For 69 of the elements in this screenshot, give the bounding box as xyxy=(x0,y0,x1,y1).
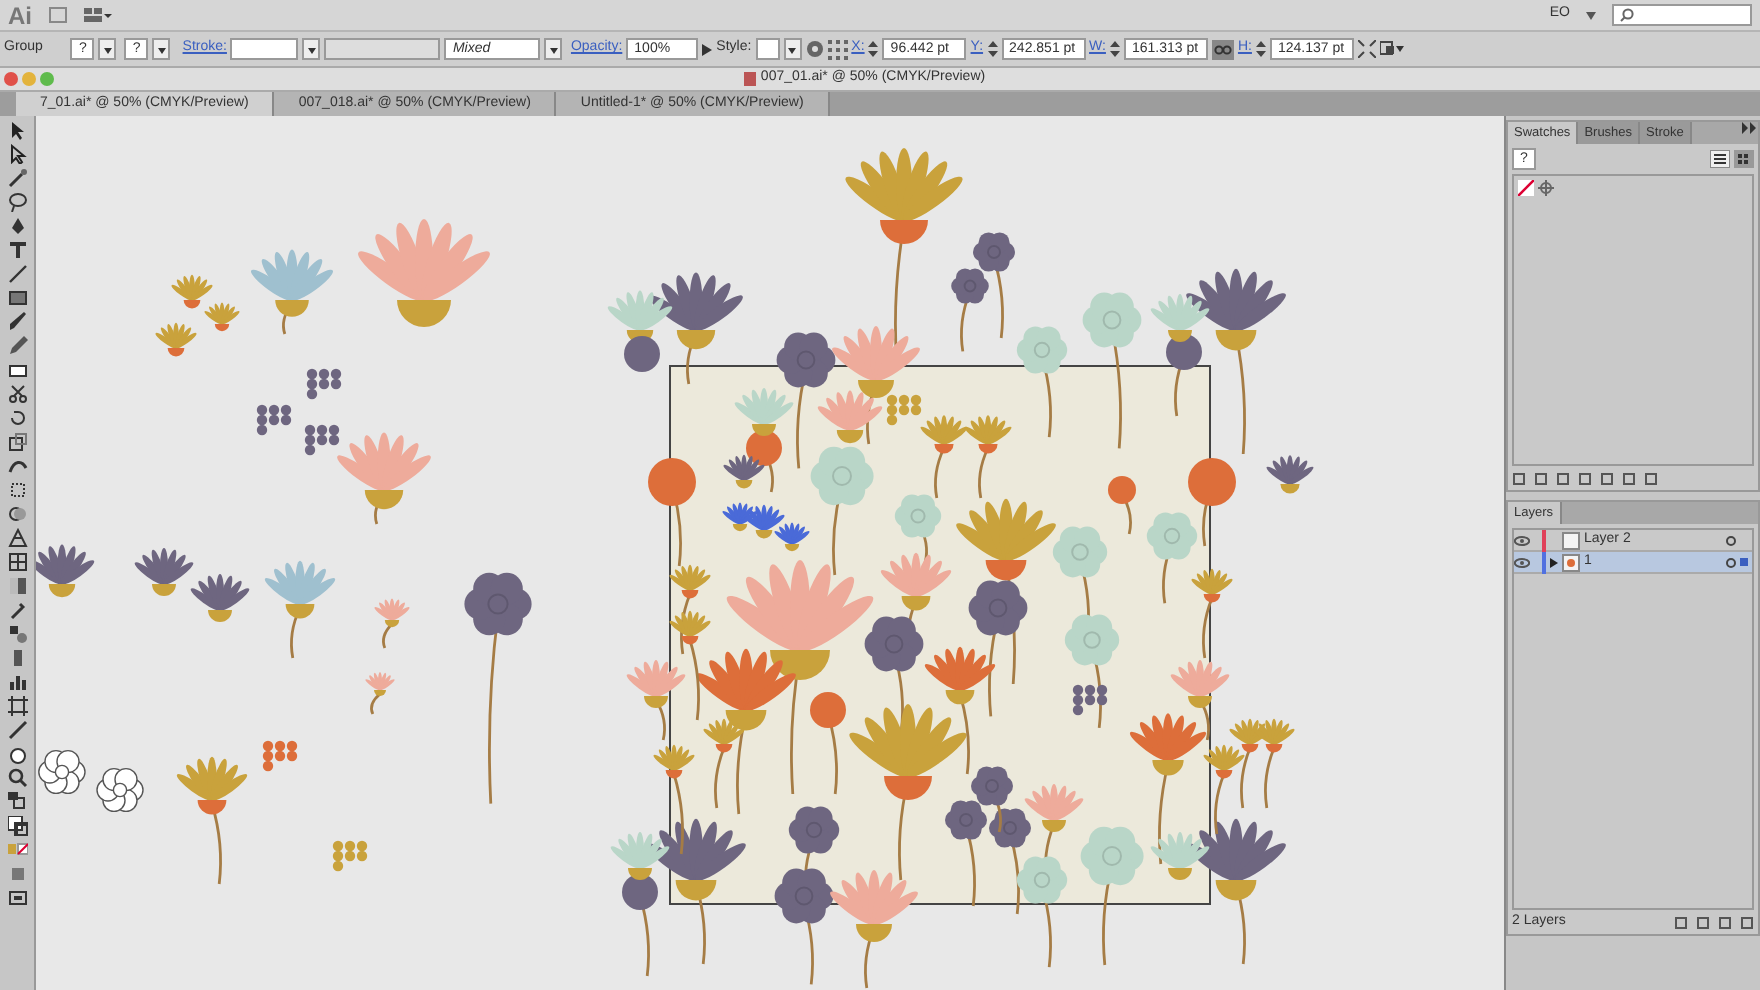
collapse-icon[interactable] xyxy=(1742,122,1758,134)
swatch-kind-icon[interactable] xyxy=(1556,471,1570,485)
isolate-icon[interactable] xyxy=(1379,40,1404,58)
warp-icon[interactable] xyxy=(7,456,27,476)
brush-icon[interactable] xyxy=(7,312,27,332)
search-field[interactable] xyxy=(1612,4,1752,26)
swatch-options-icon[interactable] xyxy=(1578,471,1592,485)
pencil-icon[interactable] xyxy=(7,336,27,356)
clipping-mask-icon[interactable] xyxy=(1674,915,1688,929)
magic-wand-icon[interactable] xyxy=(7,168,27,188)
perspective-grid-icon[interactable] xyxy=(7,528,27,548)
layer-thumbnail-icon xyxy=(1562,531,1580,549)
recolor-icon[interactable] xyxy=(805,40,824,58)
search-icon[interactable] xyxy=(7,768,27,788)
layer-thumbnail-icon xyxy=(1562,553,1580,571)
share-icon[interactable] xyxy=(1534,471,1548,485)
new-swatch-icon[interactable] xyxy=(1622,471,1636,485)
mesh-icon[interactable] xyxy=(7,552,27,572)
list-view-icon[interactable] xyxy=(1710,150,1730,168)
new-sublayer-icon[interactable] xyxy=(1696,915,1710,929)
caret-icon[interactable] xyxy=(1586,11,1596,19)
gradient-icon[interactable] xyxy=(7,576,27,596)
direct-selection-icon[interactable] xyxy=(7,144,27,164)
arrange-documents-icon[interactable] xyxy=(84,6,112,24)
new-layer-icon[interactable] xyxy=(1718,915,1732,929)
eye-icon[interactable] xyxy=(1514,557,1530,567)
search-icon xyxy=(1620,8,1634,22)
scissors-icon[interactable] xyxy=(7,384,27,404)
transform-icon[interactable] xyxy=(1357,40,1376,58)
eye-icon[interactable] xyxy=(1514,535,1530,545)
slice-icon[interactable] xyxy=(7,720,27,740)
swap-colors-icon[interactable] xyxy=(7,792,27,812)
eraser-icon[interactable] xyxy=(7,360,27,380)
fill-stroke-icon[interactable] xyxy=(7,816,27,836)
delete-icon[interactable] xyxy=(1644,471,1658,485)
app-logo: Ai xyxy=(8,0,32,33)
selection-arrow-icon[interactable] xyxy=(7,120,27,140)
registration-swatch-icon[interactable] xyxy=(1538,180,1554,196)
floral-pattern-drawing[interactable] xyxy=(607,148,1314,989)
screen-mode-icon[interactable] xyxy=(7,888,27,908)
shape-builder-icon[interactable] xyxy=(7,504,27,524)
column-graph-icon[interactable] xyxy=(7,672,27,692)
grid-view-icon[interactable] xyxy=(1734,150,1754,168)
new-group-icon[interactable] xyxy=(1600,471,1614,485)
pen-icon[interactable] xyxy=(7,216,27,236)
arrow-right-icon[interactable] xyxy=(702,43,713,55)
eyedropper-icon[interactable] xyxy=(7,600,27,620)
free-transform-icon[interactable] xyxy=(7,480,27,500)
target-icon[interactable] xyxy=(1726,535,1736,545)
expand-arrow-icon[interactable] xyxy=(1550,557,1558,567)
variable-width-field xyxy=(324,38,441,60)
rectangle-icon[interactable] xyxy=(7,288,27,308)
link-icon[interactable] xyxy=(1211,39,1234,59)
color-mode-icon[interactable] xyxy=(7,840,27,860)
lasso-icon[interactable] xyxy=(7,192,27,212)
line-icon[interactable] xyxy=(7,264,27,284)
rotate-icon[interactable] xyxy=(7,408,27,428)
delete-icon[interactable] xyxy=(1740,915,1754,929)
style-field[interactable] xyxy=(755,38,780,60)
none-swatch-icon[interactable] xyxy=(1518,180,1534,196)
scale-icon[interactable] xyxy=(7,432,27,452)
type-tool-icon[interactable] xyxy=(7,240,27,260)
stroke-weight-field[interactable] xyxy=(230,38,299,60)
align-grid-icon[interactable] xyxy=(827,39,848,59)
target-icon[interactable] xyxy=(1726,557,1736,567)
library-menu-icon[interactable] xyxy=(1512,471,1526,485)
document-icon xyxy=(744,72,757,86)
blend-icon[interactable] xyxy=(7,624,27,644)
artboard-icon[interactable] xyxy=(7,696,27,716)
